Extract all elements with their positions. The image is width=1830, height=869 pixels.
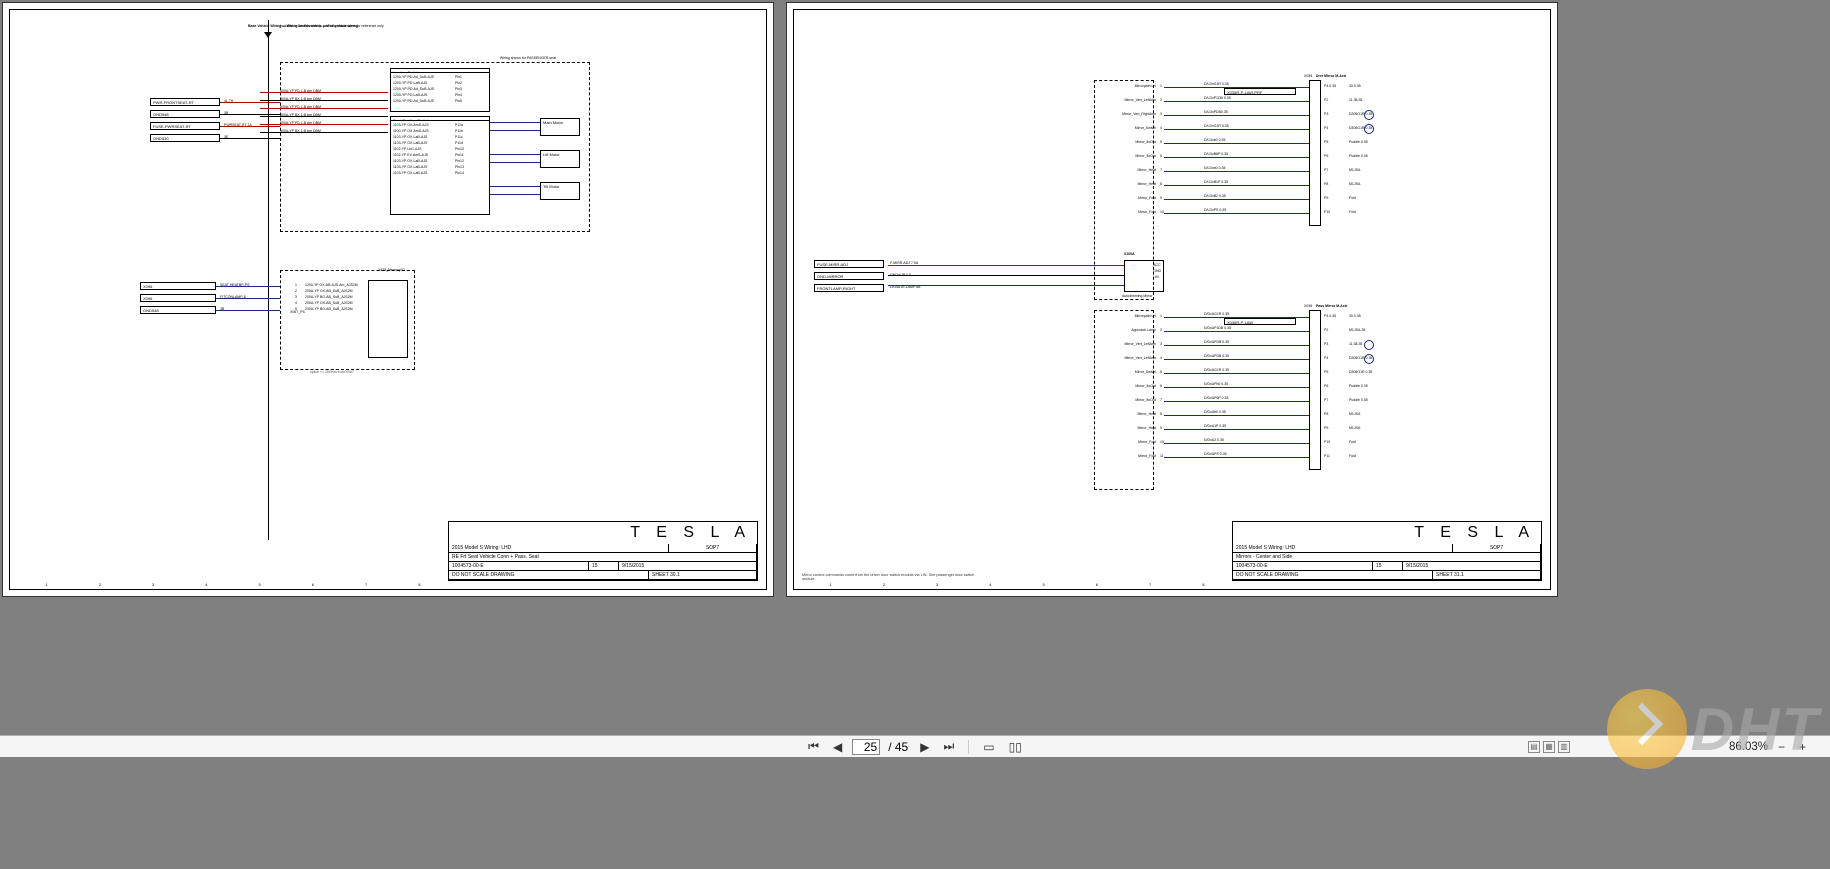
ruler: 12345678: [20, 582, 446, 588]
lumbar-switch-box: 1200-YP PD-Ad_SuB-AJSPin11200-YP PD-LaB-…: [390, 72, 490, 112]
splice-note: splice <= 150mm from X067: [310, 370, 354, 374]
divider-line: [268, 20, 269, 540]
schematic-area-left: Base Vehicle Wiring — Wiring on this sid…: [20, 20, 756, 539]
offpage-X036: X036R-P-LAW: [1224, 318, 1296, 325]
brand-logo: T E S L A: [449, 522, 757, 544]
header-note-2: Included in Seat Assembly — Wiring shown…: [280, 24, 384, 28]
connector-block-X036: [1309, 310, 1321, 470]
zoom-level: 86.03%: [1729, 741, 1768, 753]
scale-note: DO NOT SCALE DRAWING: [1233, 571, 1433, 579]
pdf-toolbar: ⏮ ◀ / 45 ▶ ⏭ ▭ ▯▯ ▤ ▦ ▥ 86.03% − +: [0, 735, 1830, 757]
connector-GND548: GND548: [150, 110, 220, 118]
page-frame: FUSE-MIRR-ADJ F-MIRR-ADJ 7.5AGND-MIRROR …: [793, 9, 1551, 590]
page-number-input[interactable]: [852, 739, 880, 755]
tilt-motor: Tilt Motor: [540, 182, 580, 200]
connector-X096: X096: [140, 282, 216, 290]
drawing-no: 1004573-00-E: [449, 562, 589, 570]
memory-label: X538_Memory02: [378, 268, 405, 272]
outline-icon[interactable]: ▦: [1543, 741, 1555, 753]
schematic-area-right: FUSE-MIRR-ADJ F-MIRR-ADJ 7.5AGND-MIRROR …: [804, 20, 1540, 539]
page-frame: Base Vehicle Wiring — Wiring on this sid…: [9, 9, 767, 590]
main-motor: Main Motor: [540, 118, 580, 136]
titleblock-right: T E S L A 2015 Model S Wiring: LHDSOP7 M…: [1232, 521, 1542, 581]
connector-GND-MIRROR: GND-MIRROR: [814, 272, 884, 280]
date: 9/15/2015: [619, 562, 757, 570]
prev-page-button[interactable]: ◀: [829, 740, 846, 754]
motor-icon: [1364, 354, 1374, 364]
connector-block-X035: [1309, 80, 1321, 226]
connector-GND530: GND530: [150, 134, 220, 142]
titleblock-note-right: Mirror control commands come from the dr…: [802, 573, 982, 581]
thumbnails-icon[interactable]: ▤: [1528, 741, 1540, 753]
motor-icon: [1364, 124, 1374, 134]
ruler: 12345678: [804, 582, 1230, 588]
motor-icon: [1364, 110, 1374, 120]
layers-icon[interactable]: ▥: [1558, 741, 1570, 753]
scale-note: DO NOT SCALE DRAWING: [449, 571, 649, 579]
model-line: 2015 Model S Wiring: LHD: [1233, 544, 1453, 552]
date: 9/15/2015: [1403, 562, 1541, 570]
view-mode-icons: ▤ ▦ ▥: [1528, 741, 1570, 753]
single-page-view-button[interactable]: ▭: [979, 740, 998, 754]
release: SOP7: [669, 544, 757, 552]
page-total: / 45: [886, 740, 910, 754]
first-page-button[interactable]: ⏮: [804, 739, 823, 754]
rev: 15: [1373, 562, 1403, 570]
lower-wires: 11200-YP OX-AB-AJS-Am_AJS2M2200A-YP OX-A…: [295, 282, 358, 312]
two-page-view-button[interactable]: ▯▯: [1005, 740, 1026, 754]
pages-container: Base Vehicle Wiring — Wiring on this sid…: [0, 0, 1830, 720]
zoom-in-button[interactable]: +: [1795, 740, 1810, 754]
connector-X096: X096: [140, 294, 216, 302]
brand-logo: T E S L A: [1233, 522, 1541, 544]
seat-pos-switch-box: 1103-YP OX-AmS-AJSP11a1100-YP OX-AmS-AJS…: [390, 120, 490, 215]
connector-PWR-FRONTSEAT-RT: PWR-FRONTSEAT-RT: [150, 98, 220, 106]
side-note: Wiring shown for PASSENGER seat: [500, 56, 556, 60]
lift-motor: Lift Motor: [540, 150, 580, 168]
rev: 15: [589, 562, 619, 570]
connector-GND548: GND548: [140, 306, 216, 314]
next-page-button[interactable]: ▶: [916, 740, 933, 754]
arrow-down-icon: [264, 32, 272, 38]
zoom-out-button[interactable]: −: [1774, 740, 1789, 754]
release: SOP7: [1453, 544, 1541, 552]
motor-icon: [1364, 340, 1374, 350]
offpage-X035: X035R-P-LAW-PRF: [1224, 88, 1296, 95]
drawing-no: 1004573-00-E: [1233, 562, 1373, 570]
memory-conn: [368, 280, 408, 358]
titleblock-left: T E S L A 2015 Model S Wiring: LHDSOP7 R…: [448, 521, 758, 581]
sheet-no-left: SHEET 30.1: [649, 571, 757, 579]
connector-FRONTLAMP-RIGHT: FRONTLAMP-RIGHT: [814, 284, 884, 292]
connector-FUSE-PWRSEAT-RT: FUSE-PWRSEAT-RT: [150, 122, 220, 130]
sheet-title-right: Mirrors - Center and Side: [1233, 553, 1541, 561]
last-page-button[interactable]: ⏭: [939, 739, 958, 754]
sheet-no-right: SHEET 31.1: [1433, 571, 1541, 579]
schematic-page-right: FUSE-MIRR-ADJ F-MIRR-ADJ 7.5AGND-MIRROR …: [786, 2, 1558, 597]
connector-FUSE-MIRR-ADJ: FUSE-MIRR-ADJ: [814, 260, 884, 268]
sheet-title-left: RE Frt Seat Vehicle Conn + Pass. Seat: [449, 553, 757, 561]
schematic-page-left: Base Vehicle Wiring — Wiring on this sid…: [2, 2, 774, 597]
model-line: 2015 Model S Wiring: LHD: [449, 544, 669, 552]
